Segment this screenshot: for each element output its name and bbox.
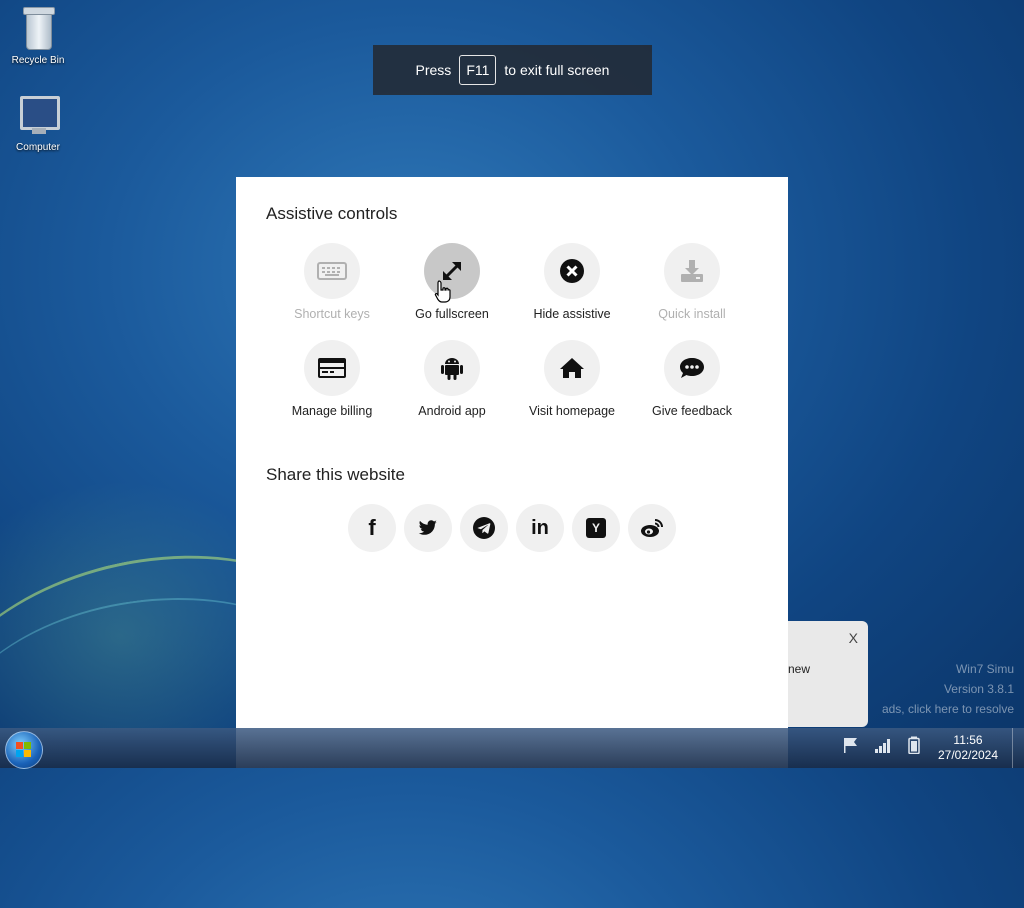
facebook-icon: f — [368, 515, 376, 540]
control-label: Manage billing — [291, 404, 373, 418]
give-feedback-button[interactable]: Give feedback — [632, 340, 752, 418]
twitter-icon — [418, 520, 437, 535]
action-center-flag-icon[interactable] — [842, 736, 860, 754]
start-button[interactable] — [5, 731, 43, 769]
clock-date: 27/02/2024 — [937, 748, 999, 762]
hacker-news-share-button[interactable]: Y — [572, 504, 620, 552]
watermark-activation-link[interactable]: ads, click here to resolve — [882, 702, 1014, 716]
share-buttons: f in Y — [348, 504, 676, 552]
desktop-icon-computer[interactable]: Computer — [3, 94, 73, 153]
keyboard-icon — [304, 243, 360, 299]
notification-close-button[interactable]: X — [849, 630, 858, 646]
android-app-button[interactable]: Android app — [392, 340, 512, 418]
go-fullscreen-button[interactable]: Go fullscreen — [392, 243, 512, 321]
fullscreen-banner-suffix: to exit full screen — [504, 62, 610, 78]
control-label: Hide assistive — [533, 307, 611, 321]
telegram-share-button[interactable] — [460, 504, 508, 552]
taskbar — [0, 728, 1024, 768]
hand-cursor-icon — [434, 280, 451, 303]
watermark-title: Win7 Simu — [955, 662, 1014, 676]
desktop-icon-label: Computer — [16, 142, 60, 153]
clock-time: 11:56 — [953, 733, 983, 747]
close-circle-icon — [544, 243, 600, 299]
signal-strength-icon[interactable] — [874, 736, 892, 754]
chat-icon — [664, 340, 720, 396]
share-website-heading: Share this website — [266, 465, 405, 484]
telegram-icon — [473, 517, 495, 539]
quick-install-button[interactable]: Quick install — [632, 243, 752, 321]
linkedin-share-button[interactable]: in — [516, 504, 564, 552]
taskbar-clock[interactable]: 11:56 27/02/2024 — [930, 733, 1006, 763]
windows-logo-icon — [16, 742, 31, 757]
hide-assistive-button[interactable]: Hide assistive — [512, 243, 632, 321]
watermark-version: Version 3.8.1 — [943, 682, 1014, 696]
computer-icon — [16, 94, 60, 138]
assistive-panel: Assistive controls Shortcut keys Go full… — [236, 177, 788, 768]
fullscreen-banner-prefix: Press — [415, 62, 452, 78]
weibo-icon — [641, 519, 663, 537]
desktop-icon-label: Recycle Bin — [11, 55, 65, 66]
android-icon — [424, 340, 480, 396]
shortcut-keys-button[interactable]: Shortcut keys — [272, 243, 392, 321]
twitter-share-button[interactable] — [404, 504, 452, 552]
credit-card-icon — [304, 340, 360, 396]
ycombinator-glyph: Y — [591, 521, 600, 535]
control-label: Go fullscreen — [415, 307, 489, 321]
linkedin-icon: in — [531, 516, 549, 539]
weibo-share-button[interactable] — [628, 504, 676, 552]
recycle-bin-icon — [21, 7, 55, 51]
control-label: Android app — [418, 404, 486, 418]
expand-icon — [424, 243, 480, 299]
visit-homepage-button[interactable]: Visit homepage — [512, 340, 632, 418]
desktop-icon-recycle-bin[interactable]: Recycle Bin — [3, 7, 73, 66]
fullscreen-banner: Press F11 to exit full screen — [373, 45, 652, 95]
control-label: Shortcut keys — [294, 307, 370, 321]
facebook-share-button[interactable]: f — [348, 504, 396, 552]
notification-balloon[interactable]: X new — [788, 621, 868, 727]
download-icon — [664, 243, 720, 299]
ycombinator-icon: Y — [586, 518, 606, 538]
control-label: Quick install — [658, 307, 726, 321]
notification-text: new — [788, 662, 811, 676]
manage-billing-button[interactable]: Manage billing — [272, 340, 392, 418]
home-icon — [544, 340, 600, 396]
control-label: Give feedback — [652, 404, 732, 418]
show-desktop-button[interactable] — [1012, 728, 1024, 768]
control-label: Visit homepage — [529, 404, 615, 418]
assistive-controls-heading: Assistive controls — [266, 204, 398, 223]
battery-icon[interactable] — [905, 736, 923, 754]
f11-key: F11 — [459, 55, 497, 85]
